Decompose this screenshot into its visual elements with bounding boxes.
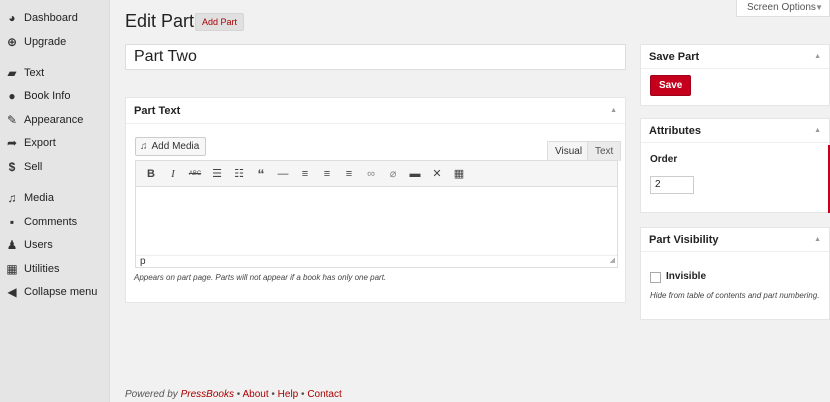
sidebar-item-upgrade[interactable]: ⊕ Upgrade — [0, 31, 110, 53]
link-icon[interactable]: ∞ — [360, 164, 382, 184]
part-text-description: Appears on part page. Parts will not app… — [134, 273, 387, 282]
attributes-heading: Attributes — [649, 125, 701, 137]
book-icon: ▰ — [7, 66, 17, 80]
italic-icon[interactable]: I — [162, 164, 184, 184]
invisible-checkbox[interactable] — [650, 272, 661, 283]
read-more-icon[interactable]: ▬ — [404, 164, 426, 184]
align-center-icon[interactable]: ≡ — [316, 164, 338, 184]
info-icon: ● — [8, 89, 16, 103]
part-visibility-heading: Part Visibility — [649, 234, 719, 246]
sidebar-item-text[interactable]: ▰ Text — [0, 62, 110, 84]
dashboard-icon: ◕ — [8, 11, 16, 25]
export-icon: ➦ — [6, 136, 18, 150]
collapse-toggle-icon[interactable]: ▲ — [814, 228, 821, 252]
collapse-menu-button[interactable]: ◀ Collapse menu — [0, 281, 110, 303]
footer-about-link[interactable]: About — [242, 389, 268, 400]
part-title-input[interactable]: Part Two — [125, 44, 626, 70]
fullscreen-icon[interactable]: ✕ — [426, 164, 448, 184]
footer-separator: • — [298, 389, 308, 400]
utilities-icon: ▦ — [6, 262, 18, 276]
sidebar-item-users[interactable]: ♟ Users — [0, 234, 110, 256]
horizontal-rule-icon[interactable]: — — [272, 164, 294, 184]
editor-content-area[interactable] — [136, 187, 617, 255]
footer-brand-link[interactable]: PressBooks — [181, 389, 234, 400]
rich-text-editor: B I ABC ☰ ☷ “ — ≡ ≡ ≡ ∞ ⌀ ▬ ✕ ▦ p ◢ — [135, 160, 618, 268]
sidebar-item-utilities[interactable]: ▦ Utilities — [0, 258, 110, 280]
footer-separator: • — [268, 389, 278, 400]
save-part-box: Save Part ▲ Save — [640, 44, 830, 106]
page-title: Edit Part — [125, 11, 195, 31]
editor-path-label: p — [140, 256, 146, 267]
sidebar-item-media[interactable]: ♫ Media — [0, 187, 110, 209]
visibility-description: Hide from table of contents and part num… — [650, 291, 820, 300]
main-content: Edit Part Add Part Screen Options ▼ Part … — [111, 0, 830, 402]
editor-path-bar: p ◢ — [136, 255, 617, 268]
part-text-header[interactable]: Part Text ▲ — [126, 98, 625, 124]
add-media-button[interactable]: ♫ Add Media — [135, 137, 207, 156]
sidebar-item-export[interactable]: ➦ Export — [0, 132, 110, 154]
keyboard-icon[interactable]: ▦ — [448, 164, 470, 184]
order-input[interactable]: 2 — [650, 176, 694, 194]
footer-powered-text: Powered by — [125, 389, 181, 400]
dollar-icon: $ — [8, 160, 16, 174]
tab-visual[interactable]: Visual — [547, 141, 591, 161]
upgrade-icon: ⊕ — [6, 35, 18, 49]
invisible-label: Invisible — [666, 271, 707, 282]
resize-handle-icon[interactable]: ◢ — [610, 255, 615, 267]
comment-icon: ▪ — [9, 215, 15, 229]
collapse-icon: ◀ — [7, 285, 17, 299]
chevron-down-icon: ▼ — [815, 3, 823, 12]
tab-text[interactable]: Text — [587, 141, 622, 161]
add-media-label: Add Media — [151, 141, 200, 152]
collapse-toggle-icon[interactable]: ▲ — [610, 98, 617, 124]
sidebar-item-sell[interactable]: $ Sell — [0, 156, 110, 178]
sidebar-item-appearance[interactable]: ✎ Appearance — [0, 109, 110, 131]
sidebar-item-book-info[interactable]: ● Book Info — [0, 85, 110, 107]
order-label: Order — [650, 154, 678, 165]
align-left-icon[interactable]: ≡ — [294, 164, 316, 184]
part-text-heading: Part Text — [134, 105, 181, 117]
footer-contact-link[interactable]: Contact — [307, 389, 341, 400]
media-icon: ♫ — [140, 141, 148, 152]
user-icon: ♟ — [6, 238, 18, 252]
collapse-toggle-icon[interactable]: ▲ — [814, 45, 821, 69]
unlink-icon[interactable]: ⌀ — [382, 164, 404, 184]
sidebar-item-comments[interactable]: ▪ Comments — [0, 211, 110, 233]
attributes-box: Attributes ▲ Order 2 — [640, 118, 830, 213]
align-right-icon[interactable]: ≡ — [338, 164, 360, 184]
sidebar-item-dashboard[interactable]: ◕ Dashboard — [0, 7, 110, 29]
part-visibility-box: Part Visibility ▲ Invisible Hide from tab… — [640, 227, 830, 320]
part-visibility-header[interactable]: Part Visibility ▲ — [641, 228, 829, 252]
screen-options-label: Screen Options — [747, 2, 816, 13]
save-part-header[interactable]: Save Part ▲ — [641, 45, 829, 69]
strikethrough-icon[interactable]: ABC — [184, 164, 206, 184]
save-button[interactable]: Save — [650, 75, 692, 96]
footer-help-link[interactable]: Help — [278, 389, 299, 400]
numbered-list-icon[interactable]: ☷ — [228, 164, 250, 184]
part-text-box: Part Text ▲ ♫ Add Media Visual Text B I AB… — [125, 97, 626, 303]
screen-options-button[interactable]: Screen Options ▼ — [736, 0, 830, 17]
attributes-header[interactable]: Attributes ▲ — [641, 119, 829, 143]
save-part-heading: Save Part — [649, 51, 700, 63]
add-part-button[interactable]: Add Part — [195, 13, 245, 31]
footer: Powered by PressBooks • About • Help • C… — [125, 389, 342, 400]
collapse-toggle-icon[interactable]: ▲ — [814, 119, 821, 143]
admin-sidebar: ◕ Dashboard ⊕ Upgrade ▰ Text ● Book Info ✎ Ap… — [0, 0, 110, 402]
bullet-list-icon[interactable]: ☰ — [206, 164, 228, 184]
blockquote-icon[interactable]: “ — [250, 164, 272, 184]
brush-icon: ✎ — [6, 113, 18, 127]
editor-toolbar: B I ABC ☰ ☷ “ — ≡ ≡ ≡ ∞ ⌀ ▬ ✕ ▦ — [136, 161, 617, 187]
media-icon: ♫ — [7, 191, 17, 205]
bold-icon[interactable]: B — [140, 164, 162, 184]
